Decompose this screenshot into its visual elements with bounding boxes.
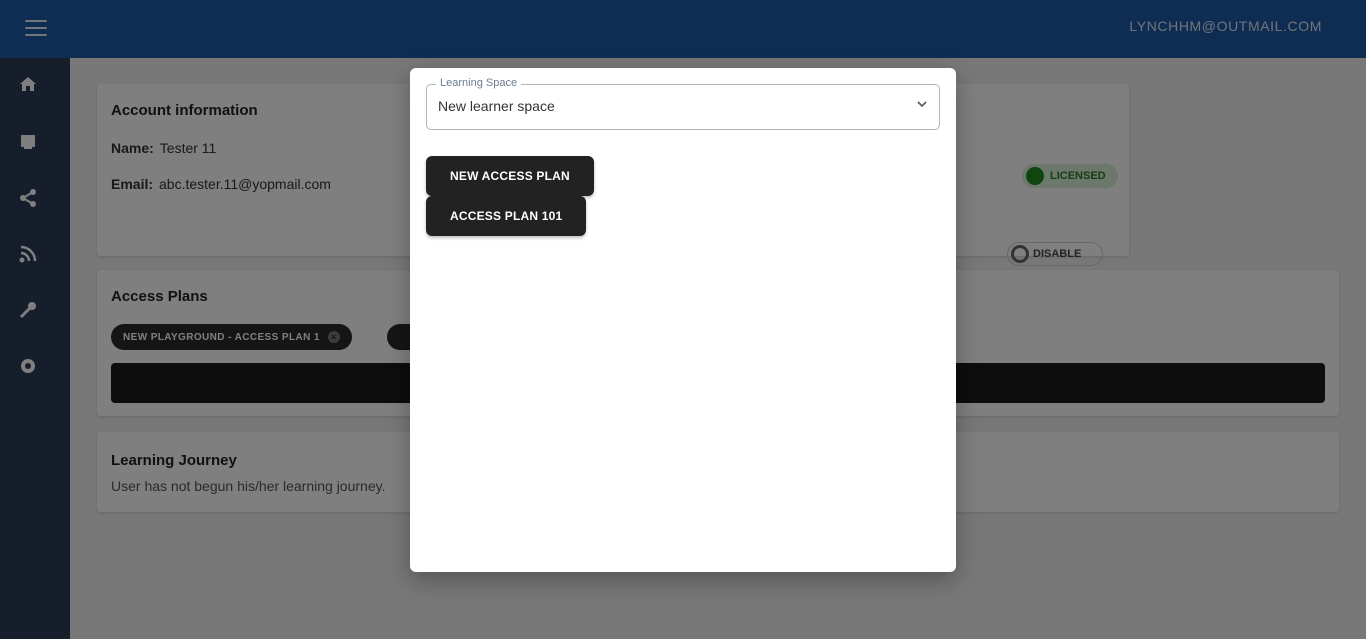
learning-space-select[interactable]: Learning Space New learner space — [426, 77, 940, 130]
chevron-down-icon[interactable] — [915, 97, 929, 111]
access-plan-101-button[interactable]: ACCESS PLAN 101 — [426, 196, 587, 236]
access-plan-dialog: Learning Space New learner space NEW ACC… — [410, 68, 956, 572]
learning-space-label: Learning Space — [436, 77, 522, 89]
new-access-plan-button[interactable]: NEW ACCESS PLAN — [426, 156, 594, 196]
learning-space-value: New learner space — [438, 98, 555, 114]
